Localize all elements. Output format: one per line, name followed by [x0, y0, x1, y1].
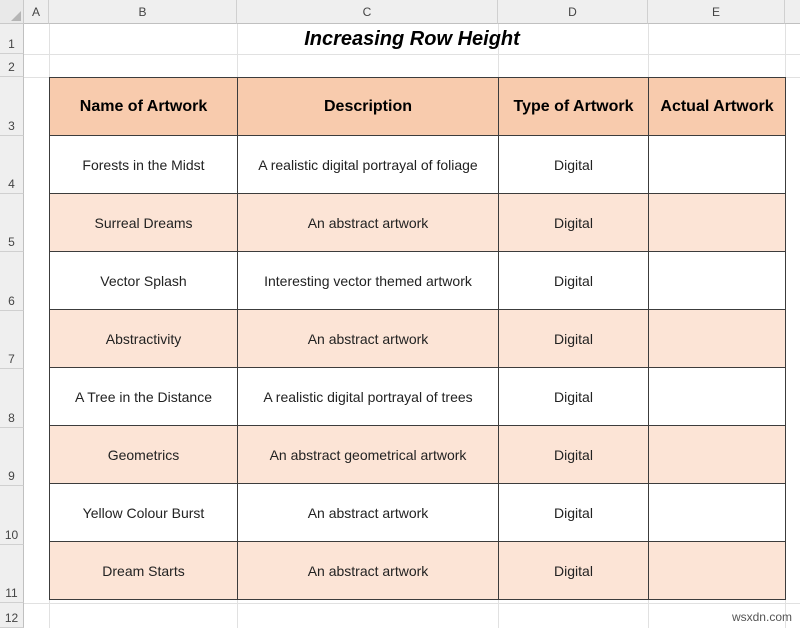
cell-name[interactable]: Forests in the Midst	[49, 135, 238, 194]
cell-description[interactable]: Interesting vector themed artwork	[237, 251, 499, 310]
table-row: Yellow Colour Burst An abstract artwork …	[49, 483, 786, 542]
cell-name[interactable]: Yellow Colour Burst	[49, 483, 238, 542]
cell-description[interactable]: A realistic digital portrayal of trees	[237, 367, 499, 426]
cell-description[interactable]: A realistic digital portrayal of foliage	[237, 135, 499, 194]
column-header-e[interactable]: E	[648, 0, 785, 24]
cell-name[interactable]: Vector Splash	[49, 251, 238, 310]
cell-description[interactable]: An abstract artwork	[237, 193, 499, 252]
header-description[interactable]: Description	[237, 77, 499, 136]
row-header-4[interactable]: 4	[0, 136, 24, 194]
header-actual-artwork[interactable]: Actual Artwork	[648, 77, 786, 136]
row-header-6[interactable]: 6	[0, 252, 24, 311]
table-row: Dream Starts An abstract artwork Digital	[49, 541, 786, 600]
table-header-row: Name of Artwork Description Type of Artw…	[49, 77, 786, 136]
cell-description[interactable]: An abstract geometrical artwork	[237, 425, 499, 484]
table-row: A Tree in the Distance A realistic digit…	[49, 367, 786, 426]
column-header-d[interactable]: D	[498, 0, 648, 24]
cell-artwork[interactable]	[648, 135, 786, 194]
cell-artwork[interactable]	[648, 251, 786, 310]
cell-artwork[interactable]	[648, 425, 786, 484]
cell-name[interactable]: A Tree in the Distance	[49, 367, 238, 426]
cell-type[interactable]: Digital	[498, 193, 649, 252]
gridline-h	[24, 54, 800, 55]
cell-name[interactable]: Abstractivity	[49, 309, 238, 368]
cell-artwork[interactable]	[648, 541, 786, 600]
cell-description[interactable]: An abstract artwork	[237, 309, 499, 368]
table-row: Vector Splash Interesting vector themed …	[49, 251, 786, 310]
row-header-3[interactable]: 3	[0, 77, 24, 136]
gridline-h	[24, 603, 800, 604]
cell-name[interactable]: Dream Starts	[49, 541, 238, 600]
row-header-9[interactable]: 9	[0, 428, 24, 486]
header-type-of-artwork[interactable]: Type of Artwork	[498, 77, 649, 136]
row-header-5[interactable]: 5	[0, 194, 24, 252]
table-row: Forests in the Midst A realistic digital…	[49, 135, 786, 194]
cell-type[interactable]: Digital	[498, 483, 649, 542]
column-header-f[interactable]	[785, 0, 800, 24]
row-header-7[interactable]: 7	[0, 311, 24, 369]
cell-description[interactable]: An abstract artwork	[237, 541, 499, 600]
watermark: wsxdn.com	[731, 610, 792, 624]
header-name-of-artwork[interactable]: Name of Artwork	[49, 77, 238, 136]
row-header-10[interactable]: 10	[0, 486, 24, 545]
column-header-b[interactable]: B	[49, 0, 237, 24]
cell-artwork[interactable]	[648, 193, 786, 252]
row-header-2[interactable]: 2	[0, 54, 24, 77]
cell-type[interactable]: Digital	[498, 541, 649, 600]
table-row: Geometrics An abstract geometrical artwo…	[49, 425, 786, 484]
row-header-11[interactable]: 11	[0, 545, 24, 603]
column-header-c[interactable]: C	[237, 0, 498, 24]
spreadsheet: A B C D E 1 2 3 4 5 6 7 8 9 10 11 12 Inc…	[0, 0, 800, 628]
table-row: Abstractivity An abstract artwork Digita…	[49, 309, 786, 368]
cell-type[interactable]: Digital	[498, 135, 649, 194]
cell-artwork[interactable]	[648, 483, 786, 542]
select-all-corner[interactable]	[0, 0, 24, 24]
cell-artwork[interactable]	[648, 367, 786, 426]
cell-name[interactable]: Surreal Dreams	[49, 193, 238, 252]
row-header-1[interactable]: 1	[0, 24, 24, 54]
row-header-8[interactable]: 8	[0, 369, 24, 428]
cell-type[interactable]: Digital	[498, 367, 649, 426]
cell-type[interactable]: Digital	[498, 425, 649, 484]
table-row: Surreal Dreams An abstract artwork Digit…	[49, 193, 786, 252]
cell-name[interactable]: Geometrics	[49, 425, 238, 484]
cell-description[interactable]: An abstract artwork	[237, 483, 499, 542]
artwork-table: Name of Artwork Description Type of Artw…	[49, 77, 786, 600]
cell-artwork[interactable]	[648, 309, 786, 368]
column-header-a[interactable]: A	[24, 0, 49, 24]
row-header-12[interactable]: 12	[0, 603, 24, 628]
sheet-title[interactable]: Increasing Row Height	[24, 24, 800, 54]
cell-type[interactable]: Digital	[498, 309, 649, 368]
cell-type[interactable]: Digital	[498, 251, 649, 310]
